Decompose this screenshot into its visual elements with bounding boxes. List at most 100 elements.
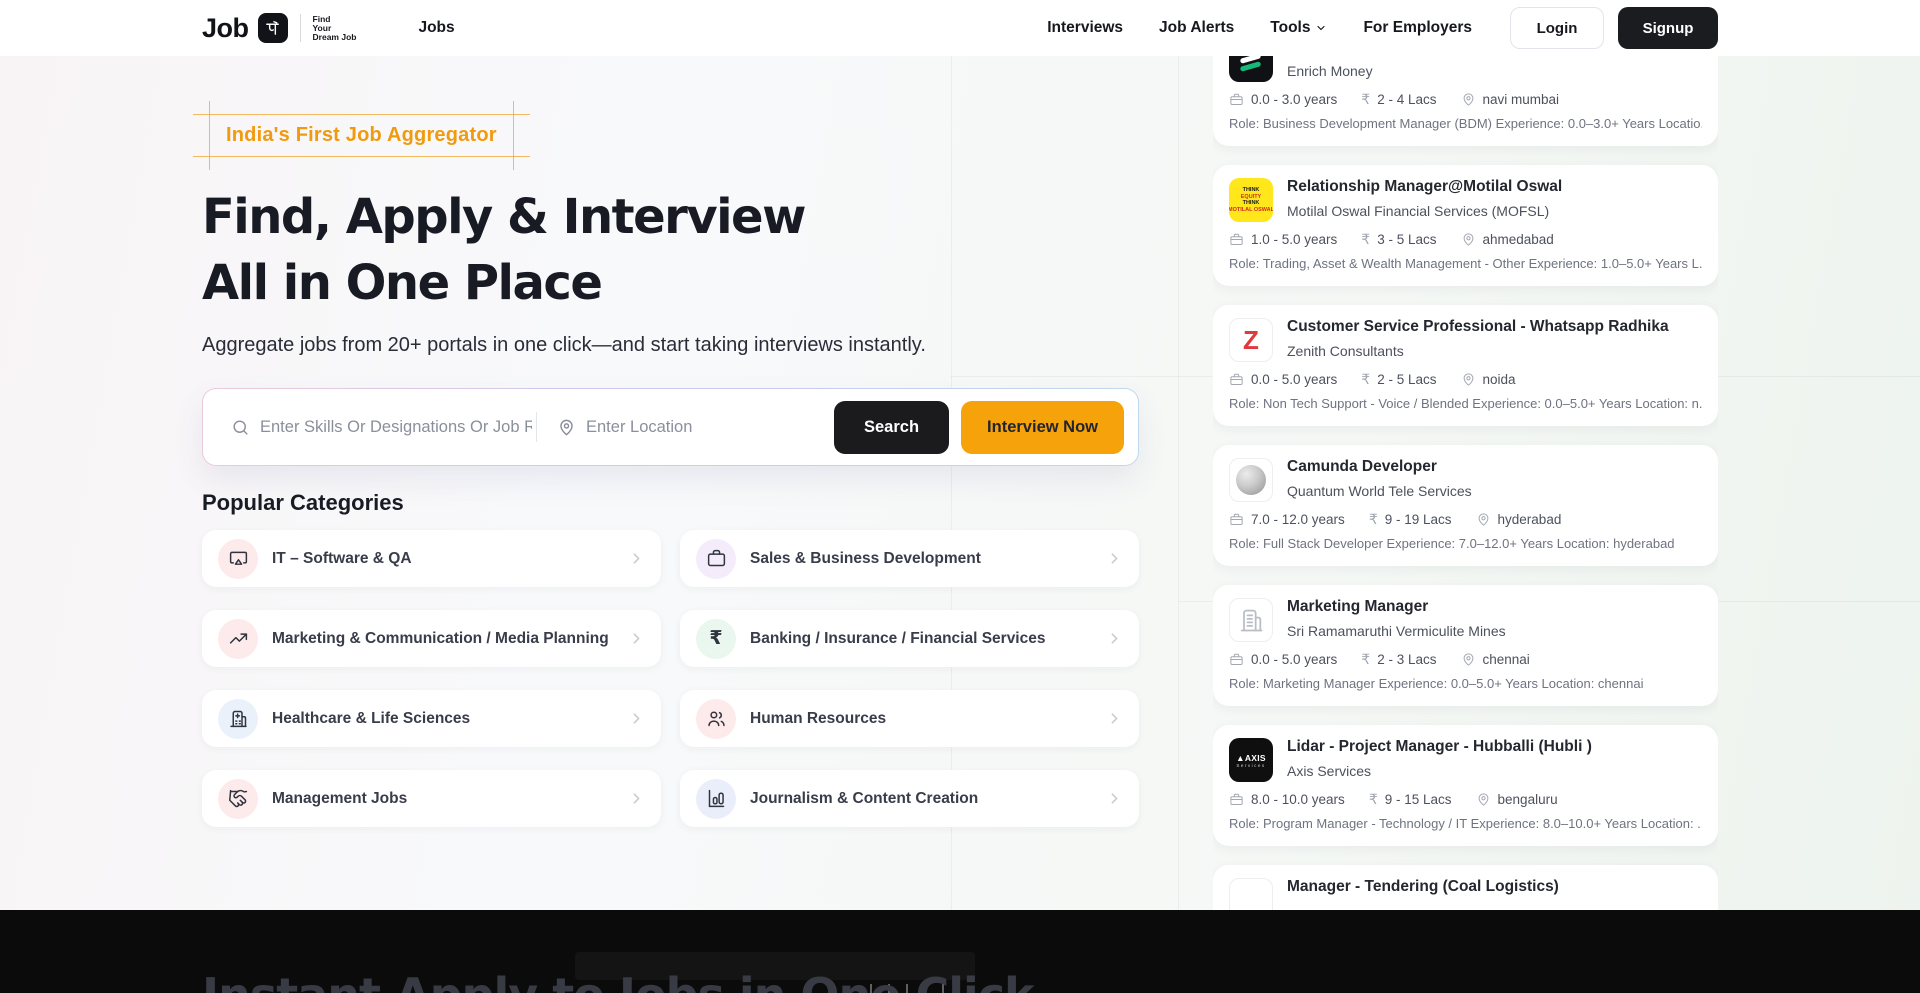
job-card[interactable]: ▲AXISServices Lidar - Project Manager - … [1213,725,1718,846]
nav-item-tools[interactable]: Tools [1270,19,1327,37]
chevron-down-icon [1315,22,1327,34]
chevron-right-icon [628,550,645,567]
footer-heading: Instant Apply to Jobs in One Click [202,968,1034,993]
job-card[interactable]: Camunda Developer Quantum World Tele Ser… [1213,445,1718,566]
company-logo: THINKEQUITYTHINKMOTILAL OSWAL [1229,178,1273,222]
briefcase-icon [1229,792,1244,807]
chevron-right-icon [628,790,645,807]
nav-item-job-alerts[interactable]: Job Alerts [1159,19,1234,37]
job-card[interactable]: Manager - Tendering (Coal Logistics) ₹ [1213,865,1718,910]
job-title: Camunda Developer [1287,458,1472,476]
location-field: ahmedabad [1461,232,1554,247]
job-title: Customer Service Professional - Whatsapp… [1287,318,1669,336]
company-logo: ▲AXISServices [1229,738,1273,782]
brand-wordmark: Job [202,13,249,44]
category-label: Marketing & Communication / Media Planni… [272,630,609,648]
category-card[interactable]: Marketing & Communication / Media Planni… [202,610,661,667]
brand-tagline: Find Your Dream Job [313,15,357,42]
category-card[interactable]: Healthcare & Life Sciences [202,690,661,747]
job-company: Sri Ramamaruthi Vermiculite Mines [1287,623,1506,639]
experience-field: 0.0 - 3.0 years [1229,92,1337,107]
experience-field: 0.0 - 5.0 years [1229,372,1337,387]
location-pin-icon [1461,652,1476,667]
category-label: Management Jobs [272,790,407,808]
search-button[interactable]: Search [834,401,949,454]
category-card[interactable]: Journalism & Content Creation [680,770,1139,827]
location-field: chennai [1461,652,1530,667]
header-buttons: Login Signup [1510,7,1718,49]
chevron-right-icon [1106,710,1123,727]
chevron-right-icon [1106,630,1123,647]
salary-field: ₹ 3 - 5 Lacs [1361,231,1436,248]
company-logo [1229,598,1273,642]
company-logo: Z [1229,318,1273,362]
experience-field: 7.0 - 12.0 years [1229,512,1345,527]
briefcase-icon [1229,652,1244,667]
location-input[interactable] [586,418,786,437]
rupee-icon: ₹ [1361,91,1370,108]
divider [300,14,301,42]
location-pin-icon [1461,92,1476,107]
category-card[interactable]: IT – Software & QA [202,530,661,587]
experience-field: 8.0 - 10.0 years [1229,792,1345,807]
experience-field: 0.0 - 5.0 years [1229,652,1337,667]
job-card[interactable]: Z Customer Service Professional - Whatsa… [1213,305,1718,426]
rupee-icon: ₹ [1361,231,1370,248]
job-company: Zenith Consultants [1287,343,1669,359]
brand-logo[interactable]: Job Find Your Dream Job [202,13,356,44]
rupee-icon: ₹ [696,619,736,659]
job-card[interactable]: THINKEQUITYTHINKMOTILAL OSWAL Relationsh… [1213,165,1718,286]
location-field: navi mumbai [1461,92,1560,107]
brand-glyph-icon [258,13,288,43]
briefcase-icon [1229,232,1244,247]
company-logo [1229,878,1273,910]
category-label: Sales & Business Development [750,550,981,568]
interview-now-button[interactable]: Interview Now [961,401,1124,454]
location-pin-icon [557,418,576,437]
job-company: Quantum World Tele Services [1287,483,1472,499]
job-role-summary: Role: Program Manager - Technology / IT … [1229,816,1702,831]
job-company: Enrich Money [1287,63,1576,79]
briefcase-icon [1229,512,1244,527]
screen-cast-icon [218,539,258,579]
salary-field: ₹ 2 - 3 Lacs [1361,651,1436,668]
grid-line [1178,56,1179,910]
category-card[interactable]: Management Jobs [202,770,661,827]
category-label: Banking / Insurance / Financial Services [750,630,1045,648]
job-role-summary: Role: Non Tech Support - Voice / Blended… [1229,396,1702,411]
briefcase-icon [1229,92,1244,107]
location-field: hyderabad [1476,512,1562,527]
hero-badge-text: India's First Job Aggregator [226,124,497,146]
category-card[interactable]: ₹ Banking / Insurance / Financial Servic… [680,610,1139,667]
login-button[interactable]: Login [1510,7,1604,49]
bar-chart-icon [696,779,736,819]
briefcase-icon [1229,372,1244,387]
nav-left: Jobs [418,19,454,37]
chevron-right-icon [1106,790,1123,807]
category-label: Healthcare & Life Sciences [272,710,470,728]
salary-field: ₹ 9 - 15 Lacs [1369,791,1452,808]
nav-item-interviews[interactable]: Interviews [1047,19,1123,37]
nav-item-jobs[interactable]: Jobs [418,19,454,37]
salary-field: ₹ 2 - 4 Lacs [1361,91,1436,108]
header: Job Find Your Dream Job Jobs Interviews … [0,0,1920,56]
job-title: Relationship Manager@Motilal Oswal [1287,178,1562,196]
nav-item-for-employers[interactable]: For Employers [1363,19,1472,37]
location-pin-icon [1461,372,1476,387]
signup-button[interactable]: Signup [1618,7,1718,49]
hero-badge: India's First Job Aggregator [209,114,514,157]
rupee-icon: ₹ [1361,371,1370,388]
category-card[interactable]: Sales & Business Development [680,530,1139,587]
footer-section: Instant Apply to Jobs in One Click [0,910,1920,993]
experience-field: 1.0 - 5.0 years [1229,232,1337,247]
trending-up-icon [218,619,258,659]
job-role-summary: Role: Business Development Manager (BDM)… [1229,116,1702,131]
skills-input[interactable] [260,418,532,437]
users-icon [696,699,736,739]
job-card[interactable]: Marketing Manager Sri Ramamaruthi Vermic… [1213,585,1718,706]
category-label: IT – Software & QA [272,550,412,568]
location-pin-icon [1461,232,1476,247]
category-card[interactable]: Human Resources [680,690,1139,747]
chevron-right-icon [1106,550,1123,567]
search-icon [231,418,250,437]
